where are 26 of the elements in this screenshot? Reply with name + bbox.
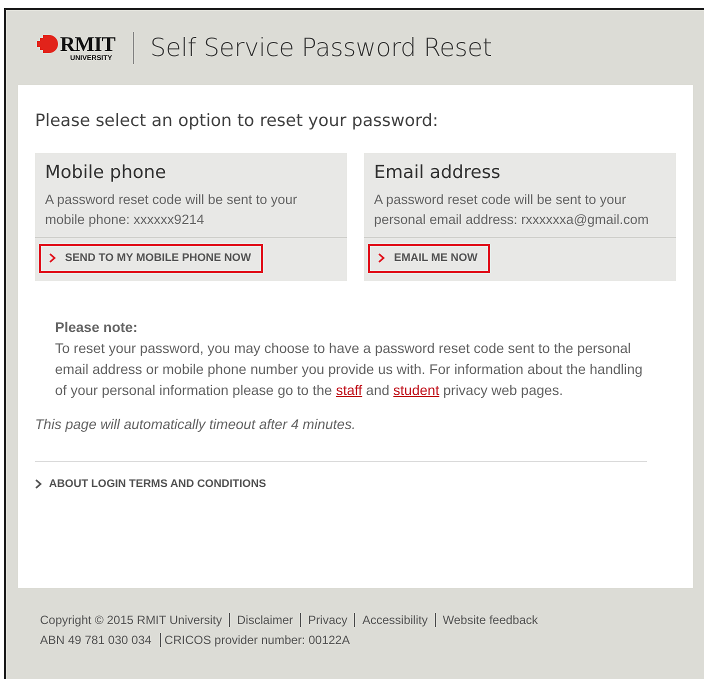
logo-wordmark: RMIT bbox=[60, 34, 116, 54]
chevron-icon bbox=[49, 253, 56, 263]
option-title: Email address bbox=[374, 162, 502, 183]
footer-text: CRICOS provider number: 00122A bbox=[164, 632, 350, 649]
chevron-icon bbox=[378, 253, 385, 263]
note-heading: Please note: bbox=[55, 318, 138, 337]
note-paragraph: To reset your password, you may choose to have a password reset code sent to the personal email address or mobile phone number you provide us with. For information about the handling of your personal information please go to the staff and student privacy web pages. bbox=[55, 339, 644, 400]
copyright-text: Copyright © 2015 RMIT University bbox=[40, 612, 222, 629]
option-title: Mobile phone bbox=[45, 162, 168, 183]
timeout-notice: This page will automatically timeout after 4 minutes. bbox=[35, 416, 357, 432]
prompt-text: Please select an option to reset your password: bbox=[35, 111, 440, 131]
option-description: A password reset code will be sent to your mobile phone: xxxxxx9214 bbox=[45, 191, 298, 229]
footer-text: ABN 49 781 030 034 bbox=[40, 632, 152, 649]
send-button[interactable]: SEND TO MY MOBILE PHONE NOW bbox=[39, 244, 263, 273]
logo-icon bbox=[36, 34, 58, 54]
option-description: A password reset code will be sent to your personal email address: rxxxxxxa@gmail.com bbox=[374, 191, 650, 229]
terms-link[interactable]: ABOUT LOGIN TERMS AND CONDITIONS bbox=[35, 474, 266, 494]
footer-link[interactable]: Disclaimer bbox=[237, 610, 294, 630]
footer-link[interactable]: Accessibility bbox=[362, 610, 428, 630]
page-title: Self Service Password Reset bbox=[150, 33, 492, 62]
footer-link[interactable]: Privacy bbox=[308, 610, 348, 630]
staff-link[interactable]: staff bbox=[336, 382, 362, 398]
footer-link[interactable]: Website feedback bbox=[442, 610, 538, 630]
send-button[interactable]: EMAIL ME NOW bbox=[368, 244, 490, 273]
chevron-icon bbox=[35, 479, 42, 489]
student-link[interactable]: student bbox=[393, 382, 440, 398]
